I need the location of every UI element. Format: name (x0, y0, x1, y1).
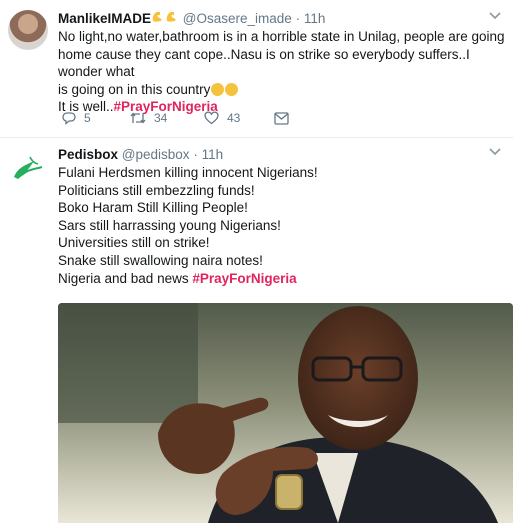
tweet-text-line: No light,no water,bathroom is in a horri… (58, 29, 505, 44)
photo-image (58, 303, 513, 523)
crying-face-emoji-icon (225, 82, 239, 96)
direct-message-button[interactable] (274, 110, 289, 126)
retweet-icon (130, 112, 146, 124)
tweet-1[interactable]: ManlikeIMADE @Osasere_imade · 11h No lig… (0, 0, 513, 138)
separator-dot: · (193, 147, 198, 162)
tweet-text-segment: is going on in this country (58, 81, 211, 97)
tweet-text-line: is going on in this country (58, 81, 505, 99)
tweet-text-line: Politicians still embezzling funds! (58, 182, 255, 198)
tweet-text-line: Sars still harrassing young Nigerians! (58, 217, 281, 233)
display-name[interactable]: Pedisbox (58, 147, 118, 162)
tweet-header: ManlikeIMADE @Osasere_imade · 11h (58, 10, 503, 28)
heart-icon (204, 111, 219, 125)
tweet-photo[interactable] (58, 303, 513, 523)
tweet-text-segment: Nigeria and bad news (58, 270, 193, 286)
like-button[interactable]: 43 (204, 110, 240, 126)
tweet-text-line: Fulani Herdsmen killing innocent Nigeria… (58, 165, 318, 180)
hashtag-link[interactable]: #PrayForNigeria (192, 271, 296, 286)
avatar[interactable] (8, 10, 48, 50)
avatar[interactable] (8, 147, 48, 187)
message-icon (274, 111, 289, 125)
tweet-text-line: Nigeria and bad news #PrayForNigeria (58, 270, 505, 288)
tweet-text: No light,no water,bathroom is in a horri… (58, 28, 505, 116)
user-handle[interactable]: @Osasere_imade (183, 11, 292, 26)
retweet-button[interactable]: 34 (130, 110, 167, 126)
chevron-down-icon[interactable] (489, 12, 501, 20)
display-name[interactable]: ManlikeIMADE (58, 11, 151, 26)
timestamp[interactable]: 11h (304, 11, 326, 26)
crying-face-emoji-icon (211, 82, 225, 96)
pedisbox-logo-icon (14, 156, 43, 179)
tweet-header: Pedisbox @pedisbox · 11h (58, 146, 503, 164)
tweet-text-line: Snake still swallowing naira notes! (58, 252, 263, 268)
reply-count: 5 (84, 111, 91, 125)
tweet-text-line: Universities still on strike! (58, 235, 210, 251)
retweet-count: 34 (154, 111, 168, 125)
chevron-down-icon[interactable] (489, 148, 501, 156)
user-handle[interactable]: @pedisbox (122, 147, 190, 162)
reply-icon (62, 112, 76, 125)
timestamp[interactable]: 11h (202, 147, 224, 162)
tweet-text: Fulani Herdsmen killing innocent Nigeria… (58, 164, 505, 287)
tweet-text-line: home cause they cant cope..Nasu is on st… (58, 46, 470, 80)
reply-button[interactable]: 5 (62, 110, 91, 126)
tweet-2[interactable]: Pedisbox @pedisbox · 11h Fulani Herdsmen… (0, 139, 513, 523)
flexed-biceps-emoji-icon (151, 10, 179, 28)
tweet-text-line: Boko Haram Still Killing People! (58, 200, 248, 216)
separator-dot: · (295, 11, 301, 26)
like-count: 43 (227, 111, 241, 125)
